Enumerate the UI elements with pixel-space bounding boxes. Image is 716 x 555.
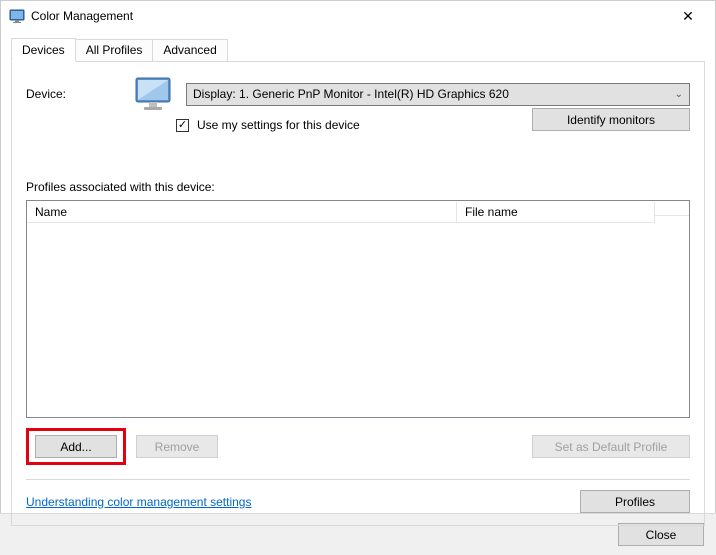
set-default-button: Set as Default Profile — [532, 435, 690, 458]
tab-devices[interactable]: Devices — [11, 38, 76, 62]
tab-strip: Devices All Profiles Advanced — [11, 37, 705, 61]
column-header-spacer — [655, 209, 689, 216]
device-row: Device: Display: 1. Generic PnP Monitor … — [26, 76, 690, 112]
close-dialog-button[interactable]: Close — [618, 523, 704, 546]
column-label: File name — [465, 205, 518, 219]
title-bar: Color Management ✕ — [1, 1, 715, 31]
window-title: Color Management — [31, 9, 133, 23]
remove-button: Remove — [136, 435, 218, 458]
use-settings-label: Use my settings for this device — [197, 118, 360, 132]
column-header-name[interactable]: Name — [27, 202, 457, 223]
add-button-highlight: Add... — [26, 428, 126, 465]
footer-row: Understanding color management settings … — [26, 490, 690, 513]
button-label: Set as Default Profile — [555, 440, 668, 454]
profiles-listview[interactable]: Name File name — [26, 200, 690, 418]
column-label: Name — [35, 205, 67, 219]
button-label: Close — [646, 528, 677, 542]
understanding-link[interactable]: Understanding color management settings — [26, 495, 251, 509]
monitor-icon — [134, 76, 174, 112]
button-label: Add... — [60, 440, 91, 454]
identify-monitors-button[interactable]: Identify monitors — [532, 108, 690, 131]
use-settings-checkbox[interactable]: ✓ — [176, 119, 189, 132]
chevron-down-icon: ⌄ — [675, 89, 683, 100]
button-label: Identify monitors — [567, 113, 655, 127]
link-label: Understanding color management settings — [26, 495, 251, 509]
profiles-button[interactable]: Profiles — [580, 490, 690, 513]
button-label: Remove — [155, 440, 200, 454]
close-icon: ✕ — [682, 8, 694, 25]
column-header-file[interactable]: File name — [457, 202, 655, 223]
client-area: Devices All Profiles Advanced Device: Di… — [1, 31, 715, 526]
device-label: Device: — [26, 87, 122, 101]
tab-panel-devices: Device: Display: 1. Generic PnP Monitor … — [11, 61, 705, 526]
button-label: Profiles — [615, 495, 655, 509]
tab-all-profiles[interactable]: All Profiles — [75, 39, 154, 62]
add-button[interactable]: Add... — [35, 435, 117, 458]
tab-advanced[interactable]: Advanced — [152, 39, 227, 62]
profiles-section-label: Profiles associated with this device: — [26, 180, 690, 194]
tab-label: Devices — [22, 43, 65, 57]
tab-label: All Profiles — [86, 43, 143, 57]
device-dropdown-value: Display: 1. Generic PnP Monitor - Intel(… — [193, 87, 509, 101]
device-dropdown[interactable]: Display: 1. Generic PnP Monitor - Intel(… — [186, 83, 690, 106]
close-button[interactable]: ✕ — [665, 1, 711, 31]
app-icon — [9, 8, 25, 24]
separator — [26, 479, 690, 480]
profile-buttons-row: Add... Remove Set as Default Profile — [26, 428, 690, 465]
tab-label: Advanced — [163, 43, 216, 57]
listview-header: Name File name — [27, 201, 689, 224]
